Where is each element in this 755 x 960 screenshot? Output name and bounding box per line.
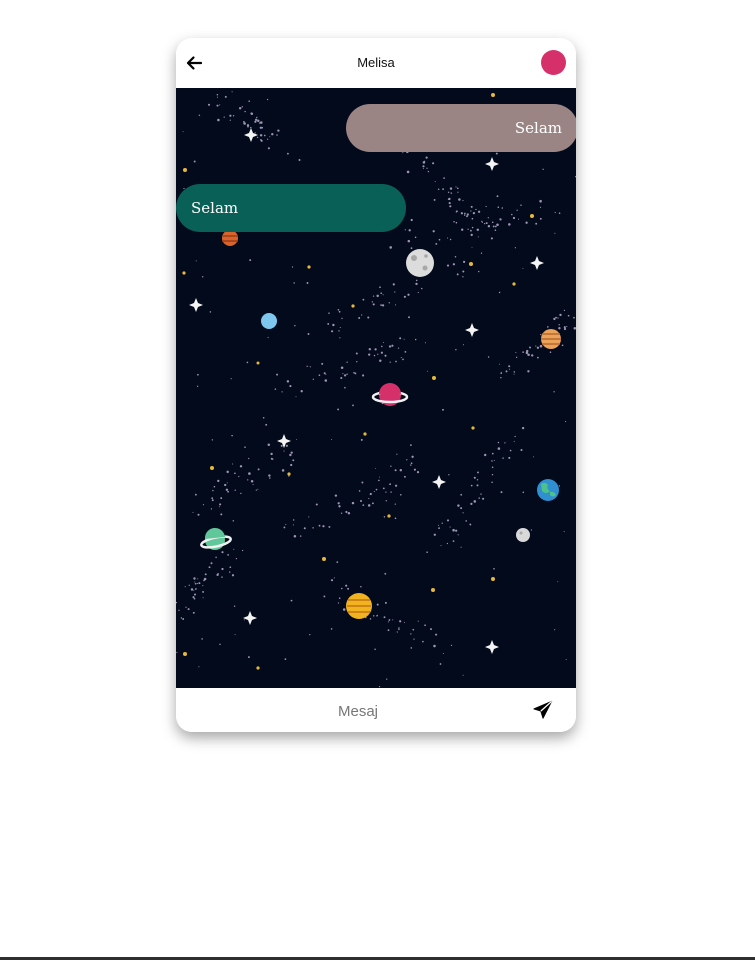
earth-planet [537, 479, 559, 501]
striped-orange-planet [541, 329, 561, 349]
blue-planet [261, 313, 277, 329]
received-message-bubble[interactable]: Selam [176, 184, 406, 232]
sent-message-bubble[interactable]: Selam [346, 104, 576, 152]
arrow-left-icon [186, 56, 203, 70]
received-message-text: Selam [191, 199, 239, 217]
orange-planet [222, 230, 238, 246]
message-composer [176, 688, 576, 732]
striped-yellow-planet [346, 593, 372, 619]
grey-moon [406, 249, 434, 277]
chat-area[interactable]: Selam Selam [176, 88, 576, 688]
chat-header: Melisa [176, 38, 576, 88]
chat-window: Melisa Selam Selam Mesaj [176, 38, 576, 732]
small-moon [516, 528, 530, 542]
sent-message-text: Selam [514, 119, 562, 137]
send-button[interactable] [532, 699, 554, 721]
avatar[interactable] [541, 50, 566, 75]
contact-name: Melisa [357, 55, 395, 70]
send-icon [533, 700, 553, 719]
message-input[interactable] [216, 694, 500, 728]
space-background [176, 88, 576, 688]
back-button[interactable] [184, 53, 204, 73]
